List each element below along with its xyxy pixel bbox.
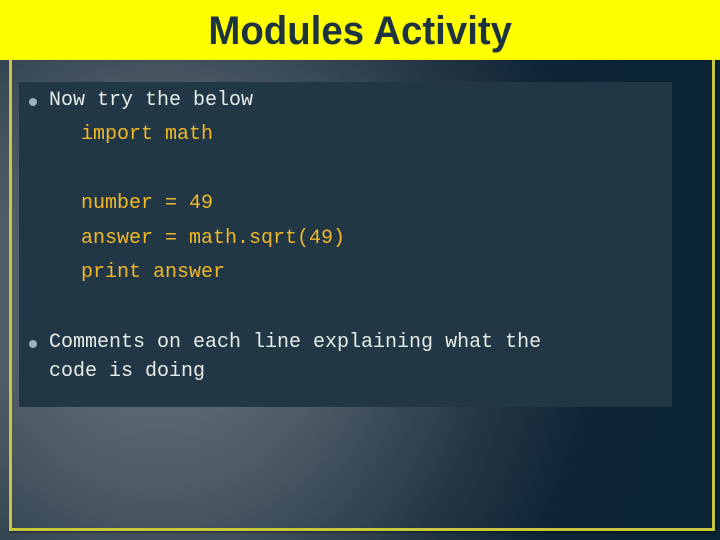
slide-title: Modules Activity [208,8,512,53]
code-line: print answer [81,261,226,284]
bullet-text: Comments on each line explaining what th… [49,331,542,354]
bullet-dot-icon [29,340,37,348]
code-line: number = 49 [81,192,214,215]
code-line: import math [81,123,214,146]
bullet-dot-icon [29,98,37,106]
code-line: answer = math.sqrt(49) [81,227,346,250]
bullet-text: Now try the below [49,89,254,112]
bullet-text: code is doing [49,360,206,383]
slide-title-bar: Modules Activity [0,0,720,60]
